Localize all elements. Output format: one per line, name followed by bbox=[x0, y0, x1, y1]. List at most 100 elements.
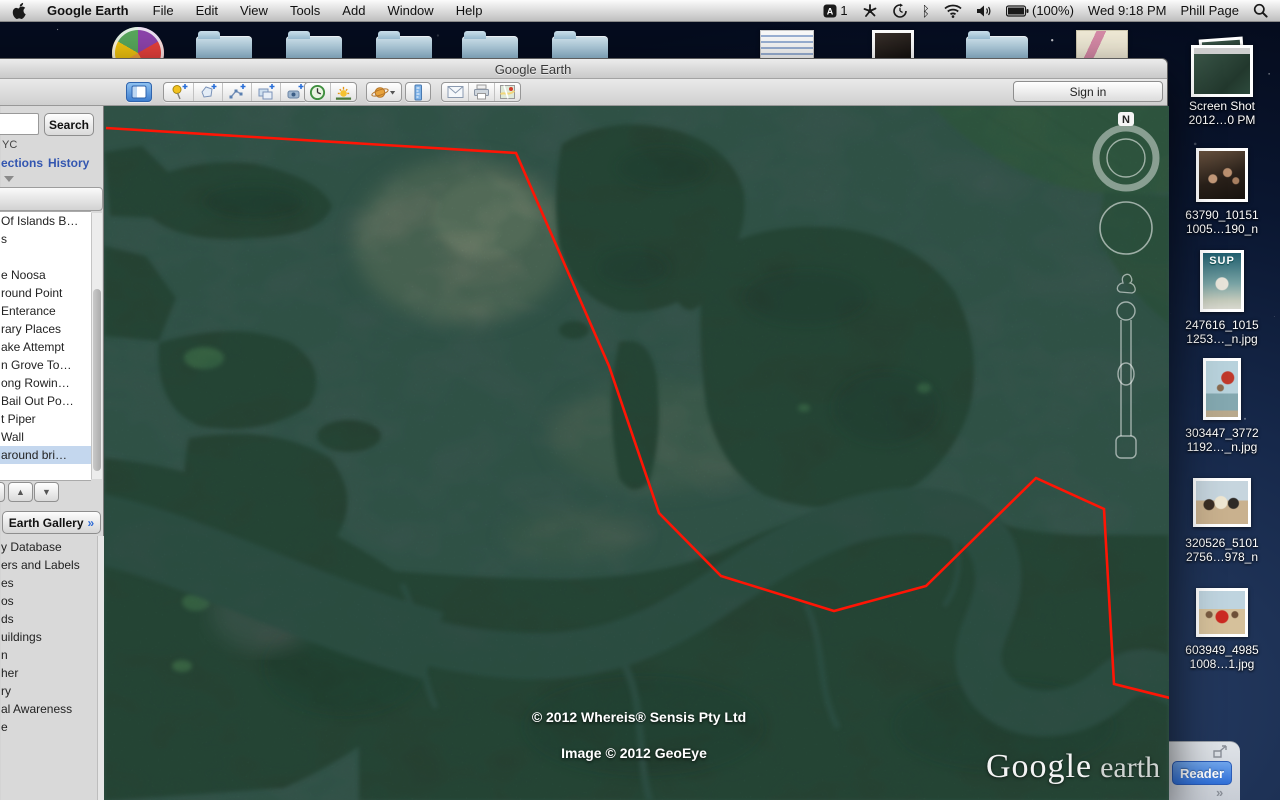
bluetooth-icon[interactable]: ᛒ bbox=[922, 3, 930, 19]
layers-list-item[interactable]: ry bbox=[1, 682, 97, 700]
menu-view[interactable]: View bbox=[240, 3, 268, 18]
places-list-item[interactable]: rary Places bbox=[0, 320, 91, 338]
layers-list-item[interactable]: es bbox=[1, 574, 97, 592]
apple-menu-icon[interactable] bbox=[12, 2, 27, 19]
earth-gallery-button[interactable]: Earth Gallery » bbox=[2, 511, 101, 534]
polygon-icon bbox=[199, 83, 217, 101]
menu-add[interactable]: Add bbox=[342, 3, 365, 18]
layers-list-item[interactable]: y Database bbox=[1, 538, 97, 556]
layers-list-item[interactable]: her bbox=[1, 664, 97, 682]
map-viewport[interactable]: N © 2012 Whereis® Sensis Pty Ltd Image ©… bbox=[104, 106, 1169, 800]
menu-edit[interactable]: Edit bbox=[196, 3, 218, 18]
places-list-item[interactable]: Bail Out Po… bbox=[0, 392, 91, 410]
beach-photo-icon[interactable] bbox=[1196, 588, 1248, 637]
share-icon[interactable] bbox=[1212, 745, 1228, 759]
places-panel-header[interactable] bbox=[0, 187, 103, 211]
screenshot-file-icon[interactable] bbox=[1191, 45, 1253, 97]
file-label[interactable]: Screen Shot 2012…0 PM bbox=[1177, 99, 1267, 127]
collapse-chevron-icon[interactable] bbox=[4, 176, 14, 182]
add-polygon-button[interactable] bbox=[193, 83, 222, 101]
sign-in-button[interactable]: Sign in bbox=[1013, 81, 1163, 102]
wifi-icon[interactable] bbox=[944, 4, 962, 18]
file-label[interactable]: 320526_5101 2756…978_n bbox=[1177, 536, 1267, 564]
add-path-button[interactable] bbox=[222, 83, 251, 101]
view-in-maps-icon bbox=[499, 84, 516, 100]
search-button[interactable]: Search bbox=[44, 113, 94, 136]
ruler-icon bbox=[412, 84, 424, 101]
time-machine-icon[interactable] bbox=[892, 3, 908, 19]
print-button[interactable] bbox=[468, 83, 494, 101]
historical-imagery-button[interactable] bbox=[305, 83, 330, 101]
layers-list-item[interactable]: al Awareness bbox=[1, 700, 97, 718]
places-list-item[interactable]: s bbox=[0, 230, 91, 248]
places-list-item[interactable]: ong Rowin… bbox=[0, 374, 91, 392]
places-list-item[interactable]: ake Attempt bbox=[0, 338, 91, 356]
overflow-chevron[interactable]: » bbox=[1216, 785, 1223, 800]
places-scrollbar[interactable] bbox=[91, 213, 102, 479]
layers-list-item[interactable]: ers and Labels bbox=[1, 556, 97, 574]
volume-icon[interactable] bbox=[976, 4, 992, 18]
down-arrow-icon: ▼ bbox=[42, 487, 51, 497]
reader-button[interactable]: Reader bbox=[1172, 761, 1232, 785]
places-list-item[interactable]: Of Islands B… bbox=[0, 212, 91, 230]
photo-file-icon[interactable] bbox=[1196, 148, 1248, 202]
layers-list-item[interactable]: uildings bbox=[1, 628, 97, 646]
layers-list-item[interactable]: ds bbox=[1, 610, 97, 628]
file-label[interactable]: 603949_4985 1008…1.jpg bbox=[1177, 643, 1267, 671]
file-label[interactable]: 303447_3772 1192…_n.jpg bbox=[1177, 426, 1267, 454]
battery-menu[interactable]: (100%) bbox=[1006, 3, 1074, 18]
file-label[interactable]: 63790_10151 1005…190_n bbox=[1177, 208, 1267, 236]
places-list-item[interactable]: round Point bbox=[0, 284, 91, 302]
place-up-button[interactable]: ▲ bbox=[8, 482, 33, 502]
places-scrollbar-thumb[interactable] bbox=[93, 289, 101, 471]
search-input[interactable] bbox=[0, 113, 39, 135]
add-image-overlay-button[interactable] bbox=[251, 83, 280, 101]
path-icon bbox=[228, 83, 246, 101]
places-list-item[interactable]: e Noosa bbox=[0, 266, 91, 284]
menu-app-name[interactable]: Google Earth bbox=[47, 3, 129, 18]
planets-button[interactable] bbox=[366, 82, 402, 102]
spotlight-icon[interactable] bbox=[1253, 3, 1268, 18]
places-list-item[interactable]: Wall bbox=[0, 428, 91, 446]
places-list-item-selected[interactable]: around bri… bbox=[0, 446, 91, 464]
history-link[interactable]: History bbox=[48, 156, 89, 170]
menu-help[interactable]: Help bbox=[456, 3, 483, 18]
share-tools-group bbox=[441, 82, 521, 102]
menu-tools[interactable]: Tools bbox=[290, 3, 320, 18]
places-list-item[interactable]: n Grove To… bbox=[0, 356, 91, 374]
google-earth-watermark: Googleearth bbox=[986, 748, 1160, 786]
paddle-photo-icon[interactable] bbox=[1203, 358, 1241, 420]
sidebar-toggle-button[interactable] bbox=[126, 82, 152, 102]
print-icon bbox=[473, 84, 490, 100]
input-source-menu[interactable]: A 1 bbox=[823, 3, 847, 18]
layers-list-item[interactable]: n bbox=[1, 646, 97, 664]
placemark-icon bbox=[170, 83, 188, 101]
planet-icon bbox=[371, 84, 397, 101]
layers-scrollbar[interactable] bbox=[97, 536, 104, 800]
layers-list: y Database ers and Labels es os ds uildi… bbox=[1, 538, 97, 736]
safari-window-corner[interactable]: Reader » bbox=[1168, 741, 1240, 800]
places-list-item[interactable] bbox=[0, 248, 91, 266]
place-down-button[interactable]: ▼ bbox=[34, 482, 59, 502]
get-directions-link[interactable]: ections bbox=[1, 156, 43, 170]
layers-list-item[interactable]: os bbox=[1, 592, 97, 610]
file-label[interactable]: 247616_1015 1253…_n.jpg bbox=[1177, 318, 1267, 346]
email-button[interactable] bbox=[442, 83, 468, 101]
fan-icon[interactable] bbox=[862, 3, 878, 19]
places-list-item[interactable]: Enterance bbox=[0, 302, 91, 320]
layers-list-item[interactable]: e bbox=[1, 718, 97, 736]
view-in-maps-button[interactable] bbox=[494, 83, 520, 101]
group-photo-icon[interactable] bbox=[1193, 478, 1251, 527]
window-titlebar[interactable]: Google Earth bbox=[0, 59, 1167, 79]
ruler-button[interactable] bbox=[405, 82, 431, 102]
sup-magazine-icon[interactable]: SUP bbox=[1200, 250, 1244, 312]
menu-file[interactable]: File bbox=[153, 3, 174, 18]
user-menu[interactable]: Phill Page bbox=[1180, 3, 1239, 18]
satellite-map[interactable]: N bbox=[104, 106, 1169, 800]
menu-window[interactable]: Window bbox=[387, 3, 433, 18]
add-placemark-button[interactable] bbox=[164, 83, 193, 101]
sunlight-button[interactable] bbox=[330, 83, 356, 101]
cut-button[interactable] bbox=[0, 482, 5, 502]
menu-clock[interactable]: Wed 9:18 PM bbox=[1088, 3, 1167, 18]
places-list-item[interactable]: t Piper bbox=[0, 410, 91, 428]
